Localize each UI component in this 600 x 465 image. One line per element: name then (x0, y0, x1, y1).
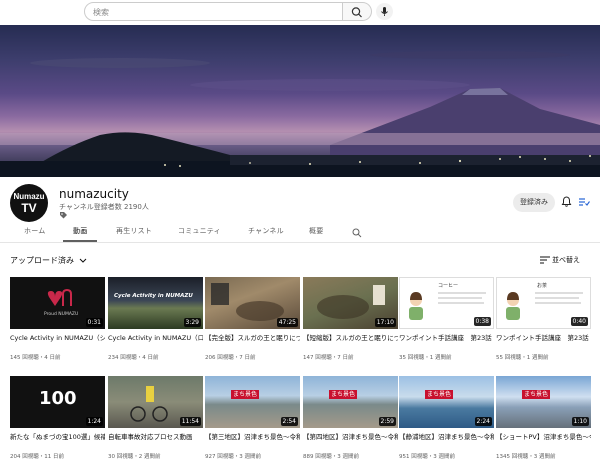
video-meta: 30 回視聴・2 週間前 (108, 454, 161, 460)
tab-playlists[interactable]: 再生リスト (116, 226, 152, 236)
thumb-caption: まち景色 (522, 390, 551, 399)
video-meta: 206 回視聴・7 日前 (205, 355, 256, 361)
video-thumbnail[interactable]: 17:10 (303, 277, 398, 329)
video-duration: 2:54 (280, 417, 298, 426)
channel-banner (0, 25, 600, 177)
thumb-caption: お茶 (537, 283, 548, 289)
video-thumbnail[interactable]: 11:54 (108, 376, 203, 428)
video-meta: 234 回視聴・4 日前 (108, 355, 159, 361)
sort-icon[interactable] (540, 256, 550, 264)
thumb-caption: まち景色 (329, 390, 358, 399)
thumb-caption: コーヒー (438, 283, 459, 289)
thumb-caption: Cycle Activity in NUMAZU (114, 293, 193, 299)
thumb-caption: Proud NUMAZU (44, 312, 79, 317)
avatar-text-line2: TV (21, 201, 37, 215)
video-meta: 147 回視聴・7 日前 (303, 355, 354, 361)
video-thumbnail[interactable]: コーヒー 0:38 (399, 277, 494, 329)
video-thumbnail[interactable]: お茶 0:40 (496, 277, 591, 329)
video-thumbnail[interactable]: Proud NUMAZU 0:31 (10, 277, 105, 329)
avatar-text-line1: Numazu (13, 192, 45, 201)
video-title[interactable]: 【短縮版】スルガの王と眠りについたモノたち ～高尾… (303, 334, 398, 343)
tab-about[interactable]: 概要 (309, 226, 323, 236)
tabs-divider (0, 242, 600, 243)
search-input[interactable]: 検索 (84, 2, 343, 21)
subscribed-button[interactable]: 登録済み (513, 193, 555, 212)
video-meta: 951 回視聴・3 週間前 (399, 454, 455, 460)
banner-landscape-image (0, 51, 600, 177)
video-duration: 11:54 (179, 417, 201, 426)
subscriber-count: チャンネル登録者数 2190人 (59, 203, 149, 211)
video-duration: 3:29 (183, 318, 201, 327)
video-thumbnail[interactable]: Cycle Activity in NUMAZU 3:29 (108, 277, 203, 329)
voice-search-button[interactable] (376, 3, 393, 20)
video-duration: 1:24 (85, 417, 103, 426)
video-title[interactable]: 【完全版】スルガの王と眠りについたモノたち ～高尾… (205, 334, 300, 343)
video-duration: 0:40 (570, 317, 588, 326)
video-title[interactable]: 自転車事故対応プロセス動画 (108, 433, 203, 442)
tab-channels[interactable]: チャンネル (248, 226, 284, 236)
video-duration: 0:31 (85, 318, 103, 327)
search-button[interactable] (343, 2, 372, 21)
sort-button[interactable]: 並べ替え (552, 255, 580, 265)
video-thumbnail[interactable]: 47:25 (205, 277, 300, 329)
channel-name: numazucity (59, 187, 129, 201)
channel-search-icon[interactable] (352, 228, 362, 238)
video-meta: 204 回視聴・11 日前 (10, 454, 64, 460)
tag-icon (60, 212, 67, 219)
thumb-caption: 100 (39, 388, 77, 409)
thumb-caption: まち景色 (231, 390, 260, 399)
uploads-filter[interactable]: アップロード済み (10, 255, 87, 266)
video-thumbnail[interactable]: まち景色 2:54 (205, 376, 300, 428)
search-icon (351, 7, 362, 18)
uploads-filter-label: アップロード済み (10, 256, 74, 265)
video-thumbnail[interactable]: 100 1:24 (10, 376, 105, 428)
video-title[interactable]: ワンポイント手話講座 第23話「コーヒー」 (399, 334, 494, 343)
video-duration: 17:10 (374, 318, 396, 327)
video-title[interactable]: 【静浦地区】沼津まち景色～令和の上空から～ (399, 433, 494, 442)
video-title[interactable]: Cycle Activity in NUMAZU（ショート版）～多様なサ… (10, 334, 105, 343)
video-title[interactable]: 【第四地区】沼津まち景色～令和の上空から～ (303, 433, 398, 442)
bell-icon[interactable] (561, 196, 572, 208)
video-thumbnail[interactable]: まち景色 1:10 (496, 376, 591, 428)
tab-home[interactable]: ホーム (24, 226, 45, 236)
video-meta: 1345 回視聴・3 週間前 (496, 454, 556, 460)
join-menu-icon[interactable] (578, 196, 590, 208)
top-bar: 検索 (0, 0, 600, 25)
video-thumbnail[interactable]: まち景色 2:24 (399, 376, 494, 428)
video-meta: 927 回視聴・3 週間前 (205, 454, 261, 460)
mic-icon (381, 7, 388, 16)
video-meta: 55 回視聴・1 週間前 (496, 355, 549, 361)
tab-community[interactable]: コミュニティ (178, 226, 221, 236)
video-duration: 2:59 (378, 417, 396, 426)
video-duration: 1:10 (571, 417, 589, 426)
video-title[interactable]: 【第三地区】沼津まち景色～令和の上空から～ (205, 433, 300, 442)
video-duration: 2:24 (474, 417, 492, 426)
thumb-caption: まち景色 (425, 390, 454, 399)
video-title[interactable]: 【ショートPV】沼津まち景色～令和の上空から～ (496, 433, 591, 442)
channel-avatar[interactable]: Numazu TV (10, 184, 48, 222)
tab-videos[interactable]: 動画 (73, 226, 87, 236)
video-title[interactable]: Cycle Activity in NUMAZU（ロング版）～多様なサイ… (108, 334, 203, 343)
video-thumbnail[interactable]: まち景色 2:59 (303, 376, 398, 428)
video-title[interactable]: ワンポイント手話講座 第23話「お茶」 (496, 334, 591, 343)
chevron-down-icon (79, 258, 86, 263)
video-meta: 145 回視聴・4 日前 (10, 355, 61, 361)
video-duration: 47:25 (276, 318, 298, 327)
video-meta: 35 回視聴・1 週間前 (399, 355, 452, 361)
video-duration: 0:38 (473, 317, 491, 326)
video-title[interactable]: 新たな「ぬまづの宝100選」候補を募集します！ (10, 433, 105, 442)
video-meta: 889 回視聴・3 週間前 (303, 454, 359, 460)
